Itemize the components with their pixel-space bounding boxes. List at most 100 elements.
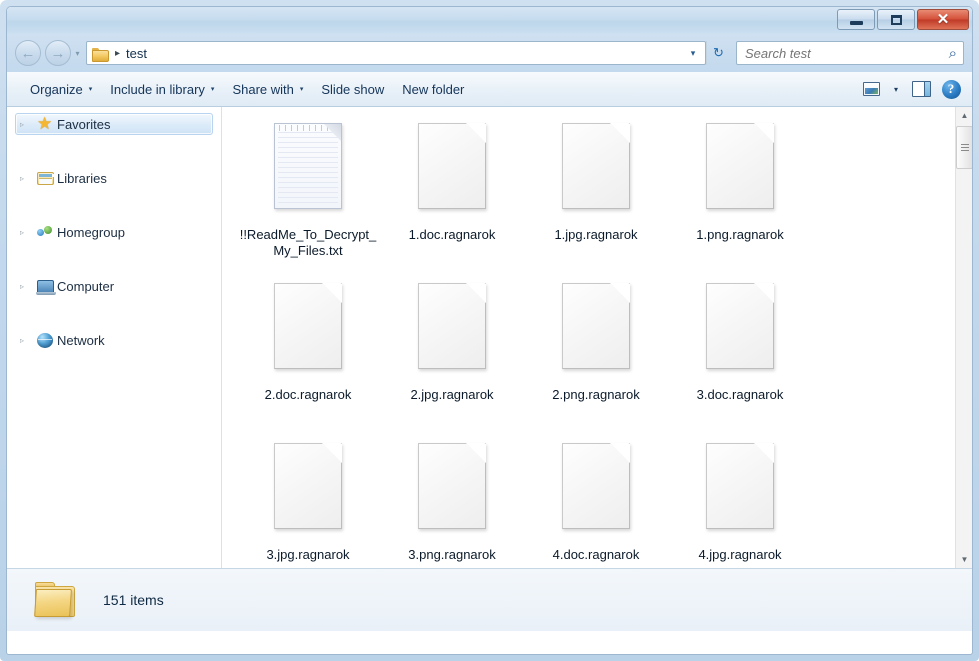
sidebar-item-favorites[interactable]: ▹ Favorites	[15, 113, 213, 135]
sidebar-item-computer[interactable]: ▹ Computer	[15, 275, 213, 297]
scroll-up-button[interactable]: ▲	[956, 107, 972, 124]
window-controls: ✕	[837, 9, 969, 30]
toolbar-item-new-folder[interactable]: New folder	[393, 77, 473, 102]
file-icon-wrapper	[412, 443, 492, 543]
chevron-down-icon: ▼	[960, 555, 969, 564]
status-bar: 151 items	[7, 568, 972, 631]
help-icon: ?	[941, 79, 961, 99]
command-toolbar: Organize ▾ Include in library ▾ Share wi…	[7, 72, 972, 107]
star-icon	[35, 116, 57, 133]
title-bar: ✕	[7, 7, 972, 34]
chevron-up-icon: ▲	[960, 111, 969, 120]
scrollbar-thumb[interactable]	[956, 126, 972, 169]
expander-icon[interactable]: ▹	[20, 174, 35, 183]
blank-file-icon	[274, 283, 342, 369]
change-view-dropdown[interactable]: ▾	[886, 76, 906, 102]
file-item[interactable]: 3.jpg.ragnarok	[236, 439, 380, 568]
close-icon: ✕	[936, 11, 950, 28]
toolbar-item-organize[interactable]: Organize ▾	[21, 77, 101, 102]
search-input[interactable]	[745, 45, 949, 61]
blank-file-icon	[418, 283, 486, 369]
blank-file-icon	[274, 443, 342, 529]
file-item[interactable]: 2.png.ragnarok	[524, 279, 668, 439]
minimize-icon	[849, 21, 863, 25]
breadcrumb-current-folder[interactable]: test	[126, 46, 147, 61]
blank-file-icon	[562, 123, 630, 209]
window-client-area: ✕ ← → ▾ ▸ test ▾ ↻ Search test ⌕ Organiz…	[6, 6, 973, 655]
file-icon-wrapper	[268, 283, 348, 383]
expander-icon[interactable]: ▹	[20, 336, 35, 345]
sidebar-item-libraries[interactable]: ▹ Libraries	[15, 167, 213, 189]
forward-button[interactable]: →	[45, 40, 71, 66]
file-name-label: !!ReadMe_To_Decrypt_My_Files.txt	[239, 227, 377, 258]
close-button[interactable]: ✕	[917, 9, 969, 30]
file-grid: !!ReadMe_To_Decrypt_My_Files.txt 1.doc.ra…	[222, 107, 940, 568]
maximize-icon	[890, 14, 902, 25]
network-icon	[35, 332, 57, 349]
toolbar-item-slide-show[interactable]: Slide show	[312, 77, 393, 102]
file-name-label: 4.doc.ragnarok	[552, 547, 640, 562]
scroll-down-button[interactable]: ▼	[956, 551, 972, 568]
toolbar-label: Include in library	[110, 81, 205, 97]
forward-arrow-icon: →	[50, 44, 66, 62]
file-item[interactable]: 2.jpg.ragnarok	[380, 279, 524, 439]
vertical-scrollbar[interactable]: ▲ ▼	[955, 107, 972, 568]
change-view-button[interactable]	[856, 76, 886, 102]
item-count-label: 151 items	[103, 592, 164, 608]
toolbar-item-share-with[interactable]: Share with ▾	[223, 77, 312, 102]
refresh-button[interactable]: ↻	[706, 41, 730, 65]
file-icon-wrapper	[700, 443, 780, 543]
file-icon-wrapper	[412, 283, 492, 383]
text-file-icon	[274, 123, 342, 209]
file-item[interactable]: 1.png.ragnarok	[668, 119, 812, 279]
blank-file-icon	[418, 123, 486, 209]
preview-pane-icon	[911, 81, 931, 97]
file-item[interactable]: 4.doc.ragnarok	[524, 439, 668, 568]
help-button[interactable]: ?	[936, 76, 966, 102]
toolbar-label: Slide show	[321, 81, 385, 97]
file-name-label: 2.doc.ragnarok	[264, 387, 352, 402]
search-icon: ⌕	[948, 44, 957, 62]
file-item[interactable]: 2.doc.ragnarok	[236, 279, 380, 439]
toolbar-label: New folder	[402, 81, 465, 97]
chevron-down-icon: ▾	[88, 86, 93, 93]
scrollbar-grip-icon	[960, 144, 969, 151]
file-name-label: 3.doc.ragnarok	[696, 387, 784, 402]
file-item[interactable]: 3.png.ragnarok	[380, 439, 524, 568]
file-icon-wrapper	[412, 123, 492, 223]
explorer-window: ✕ ← → ▾ ▸ test ▾ ↻ Search test ⌕ Organiz…	[0, 0, 979, 661]
file-icon-wrapper	[268, 123, 348, 223]
chevron-down-icon[interactable]: ▾	[683, 48, 703, 59]
minimize-button[interactable]	[837, 9, 875, 30]
recent-locations-button[interactable]: ▾	[71, 49, 84, 58]
chevron-down-icon: ▾	[893, 84, 898, 94]
file-icon-wrapper	[556, 123, 636, 223]
file-name-label: 1.png.ragnarok	[696, 227, 784, 242]
expander-icon[interactable]: ▹	[20, 120, 35, 129]
expander-icon[interactable]: ▹	[20, 282, 35, 291]
sidebar-item-label: Libraries	[57, 170, 107, 186]
file-list-view[interactable]: !!ReadMe_To_Decrypt_My_Files.txt 1.doc.ra…	[222, 107, 972, 568]
sidebar-item-network[interactable]: ▹ Network	[15, 329, 213, 351]
file-name-label: 3.jpg.ragnarok	[266, 547, 350, 562]
file-item[interactable]: !!ReadMe_To_Decrypt_My_Files.txt	[236, 119, 380, 279]
file-item[interactable]: 1.doc.ragnarok	[380, 119, 524, 279]
blank-file-icon	[706, 283, 774, 369]
blank-file-icon	[418, 443, 486, 529]
preview-pane-button[interactable]	[906, 76, 936, 102]
sidebar-item-homegroup[interactable]: ▹ Homegroup	[15, 221, 213, 243]
breadcrumb[interactable]: ▸ test ▾	[86, 41, 706, 65]
search-box[interactable]: ⌕	[736, 41, 964, 65]
file-item[interactable]: 3.doc.ragnarok	[668, 279, 812, 439]
file-name-label: 3.png.ragnarok	[408, 547, 496, 562]
file-icon-wrapper	[556, 443, 636, 543]
file-item[interactable]: 4.jpg.ragnarok	[668, 439, 812, 568]
back-arrow-icon: ←	[20, 44, 36, 62]
toolbar-item-include-in-library[interactable]: Include in library ▾	[101, 77, 223, 102]
expander-icon[interactable]: ▹	[20, 228, 35, 237]
maximize-button[interactable]	[877, 9, 915, 30]
back-button[interactable]: ←	[15, 40, 41, 66]
file-item[interactable]: 1.jpg.ragnarok	[524, 119, 668, 279]
folder-icon	[33, 579, 81, 621]
breadcrumb-separator-icon: ▸	[115, 47, 121, 59]
